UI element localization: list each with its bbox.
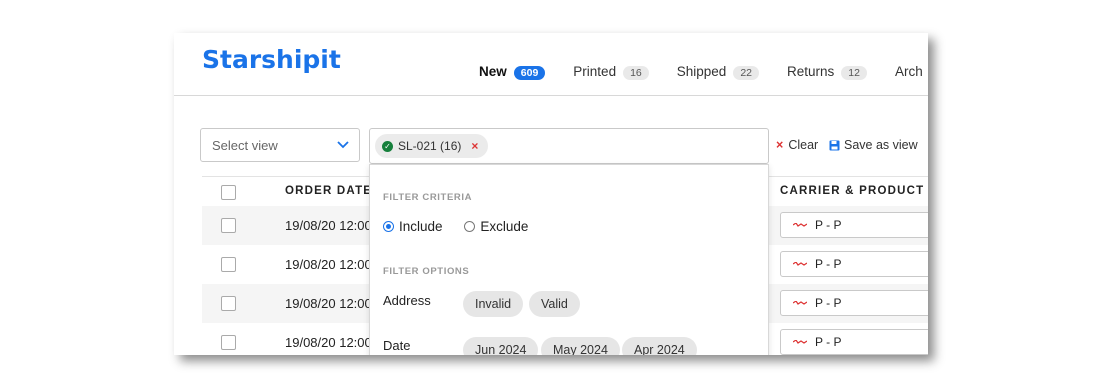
tab-new[interactable]: New 609: [479, 63, 546, 80]
tab-label: Printed: [573, 63, 617, 79]
save-as-view-label: Save as view: [844, 138, 918, 152]
date-option-jun-2024[interactable]: Jun 2024: [463, 337, 539, 355]
carrier-logo-icon: [793, 340, 807, 344]
column-header-carrier-product[interactable]: CARRIER & PRODUCT: [780, 185, 924, 197]
carrier-logo-icon: [793, 223, 807, 227]
carrier-logo-icon: [793, 301, 807, 305]
status-tabs: New 609 Printed 16 Shipped 22 Returns 12 Arch: [479, 63, 928, 83]
date-label: Date: [383, 338, 411, 353]
carrier-logo-icon: [793, 262, 807, 266]
column-header-order-date[interactable]: ORDER DATE: [285, 185, 372, 197]
date-option-apr-2024[interactable]: Apr 2024: [622, 337, 697, 355]
filter-chip-label: SL-021 (16): [398, 139, 462, 153]
select-view-dropdown[interactable]: Select view: [200, 128, 360, 162]
tab-count-badge: 609: [513, 65, 546, 80]
tab-label: Returns: [787, 63, 835, 79]
select-view-placeholder: Select view: [212, 138, 278, 153]
clear-button[interactable]: × Clear: [776, 138, 818, 152]
row-checkbox[interactable]: [221, 296, 236, 311]
filter-dropdown-panel: FILTER CRITERIA Include Exclude FILTER O…: [369, 164, 769, 355]
close-icon: ×: [776, 138, 784, 152]
filter-input[interactable]: ✓ SL-021 (16) ×: [369, 128, 769, 164]
row-checkbox[interactable]: [221, 218, 236, 233]
brand-logo: Starshipit: [202, 45, 341, 74]
chevron-down-icon: [337, 141, 349, 149]
tab-archived[interactable]: Arch: [895, 64, 923, 79]
tab-label: Arch: [894, 64, 923, 80]
save-as-view-button[interactable]: Save as view: [829, 138, 918, 152]
check-circle-icon: ✓: [382, 140, 393, 152]
include-radio[interactable]: [383, 221, 394, 232]
row-checkbox[interactable]: [221, 257, 236, 272]
clear-label: Clear: [788, 138, 819, 152]
carrier-product-value: P - P: [815, 335, 842, 349]
tab-label: Shipped: [676, 63, 727, 79]
include-label: Include: [399, 219, 443, 234]
top-bar: Starshipit New 609 Printed 16 Shipped 22 Retur…: [174, 33, 928, 96]
exclude-label: Exclude: [480, 219, 529, 234]
filter-chip[interactable]: ✓ SL-021 (16) ×: [375, 134, 489, 158]
carrier-product-value: P - P: [815, 296, 842, 310]
address-label: Address: [383, 293, 431, 308]
carrier-product-select[interactable]: P - P: [780, 290, 928, 316]
tab-count-badge: 12: [841, 65, 867, 80]
remove-filter-icon[interactable]: ×: [471, 139, 478, 153]
address-option-valid[interactable]: Valid: [529, 291, 580, 317]
date-option-may-2024[interactable]: May 2024: [541, 337, 620, 355]
carrier-product-value: P - P: [815, 218, 842, 232]
order-date-cell: 19/08/20 12:00: [285, 257, 372, 272]
order-date-cell: 19/08/20 12:00: [285, 335, 372, 350]
include-option[interactable]: Include: [383, 219, 443, 234]
order-date-cell: 19/08/20 12:00: [285, 296, 372, 311]
tab-returns[interactable]: Returns 12: [787, 64, 867, 80]
carrier-product-select[interactable]: P - P: [780, 251, 928, 277]
filter-criteria-radios: Include Exclude: [383, 219, 528, 234]
app-window: Starshipit New 609 Printed 16 Shipped 22 Retur…: [174, 33, 928, 355]
tab-count-badge: 16: [623, 65, 649, 80]
tab-label: New: [479, 63, 507, 79]
app-frame: Starshipit New 609 Printed 16 Shipped 22 Retur…: [174, 33, 928, 355]
filter-criteria-title: FILTER CRITERIA: [383, 192, 473, 203]
row-checkbox[interactable]: [221, 335, 236, 350]
select-all-checkbox[interactable]: [221, 185, 236, 200]
save-icon: [829, 140, 840, 151]
carrier-product-select[interactable]: P - P: [780, 329, 928, 355]
order-date-cell: 19/08/20 12:00: [285, 218, 372, 233]
carrier-product-value: P - P: [815, 257, 842, 271]
filter-options-title: FILTER OPTIONS: [383, 266, 470, 277]
exclude-radio[interactable]: [464, 221, 476, 232]
exclude-option[interactable]: Exclude: [464, 219, 528, 234]
address-option-invalid[interactable]: Invalid: [463, 291, 524, 317]
tab-shipped[interactable]: Shipped 22: [677, 64, 759, 80]
tab-printed[interactable]: Printed 16: [573, 63, 649, 80]
carrier-product-select[interactable]: P - P: [780, 212, 928, 238]
tab-count-badge: 22: [733, 65, 759, 80]
